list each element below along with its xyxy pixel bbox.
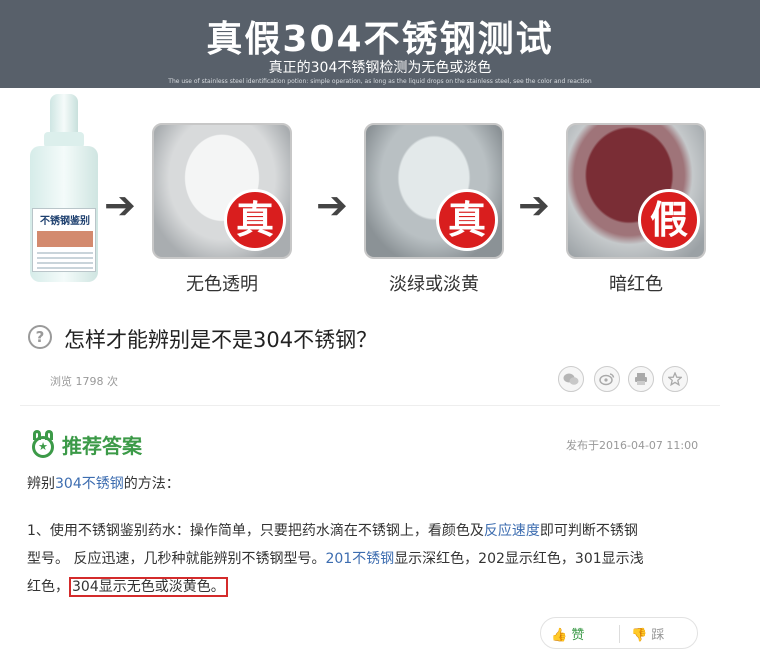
weibo-icon[interactable] — [594, 366, 620, 392]
link-201-stainless[interactable]: 201不锈钢 — [325, 551, 394, 567]
view-count: 浏览 1798 次 — [50, 375, 118, 388]
vote-divider — [619, 625, 620, 643]
photo-light-green: 真 — [364, 123, 504, 259]
caption-dark-red: 暗红色 — [609, 274, 663, 295]
stamp-fake: 假 — [638, 189, 700, 251]
downvote-label: 踩 — [651, 628, 665, 643]
bottle-label-text: 不锈钢鉴别 — [40, 216, 90, 227]
answer-date: 发布于2016-04-07 11:00 — [566, 439, 699, 452]
answer-title: 推荐答案 — [62, 434, 142, 458]
divider — [20, 405, 720, 406]
banner-fine-print: The use of stainless steel identificatio… — [168, 78, 592, 85]
line2-text-a: 型号。 反应迅速，几秒种就能辨别不锈钢型号。 — [27, 551, 326, 567]
stamp-genuine: 真 — [224, 189, 286, 251]
reagent-bottle: 不锈钢鉴别 — [28, 94, 100, 282]
upvote-label: 赞 — [571, 628, 585, 643]
line3-text-a: 红色， — [27, 579, 69, 595]
stamp-genuine: 真 — [436, 189, 498, 251]
thumbs-down-icon: 👎 — [631, 628, 648, 643]
test-figure: 不锈钢鉴别 ➔ 真 无色透明 ➔ 真 淡绿或淡黄 ➔ 假 暗红色 — [0, 88, 760, 313]
question-title: 怎样才能辨别是不是304不锈钢？ — [64, 328, 378, 352]
vote-bar: 👍 赞 👎 踩 — [540, 617, 698, 649]
highlighted-result: 304显示无色或淡黄色。 — [69, 577, 228, 597]
line2-text-b: 显示深红色，202显示红色，301显示浅 — [394, 551, 644, 567]
intro-suffix: 的方法： — [123, 476, 180, 492]
bottle-label: 不锈钢鉴别 — [32, 208, 96, 272]
banner-subtitle: 真正的304不锈钢检测为无色或淡色 — [268, 60, 492, 76]
caption-colorless: 无色透明 — [186, 274, 258, 295]
photo-dark-red: 假 — [566, 123, 706, 259]
medal-icon: ★ — [32, 430, 54, 458]
line1-text-b: 即可判断不锈钢 — [539, 523, 638, 539]
bottle-cap — [50, 94, 78, 134]
wechat-icon[interactable] — [558, 366, 584, 392]
arrow-right-icon: ➔ — [316, 183, 348, 227]
bottle-label-lines — [37, 251, 93, 269]
thumbs-up-icon: 👍 — [551, 628, 568, 643]
banner-title: 真假304不锈钢测试 — [206, 19, 554, 60]
answer-intro: 辨别304不锈钢的方法： — [27, 470, 180, 498]
link-reaction-speed[interactable]: 反应速度 — [484, 523, 540, 539]
answer-line-3: 红色， 304显示无色或淡黄色。 — [27, 573, 228, 601]
arrow-right-icon: ➔ — [104, 183, 136, 227]
link-304-stainless[interactable]: 304不锈钢 — [55, 476, 124, 492]
medal-star: ★ — [38, 440, 48, 453]
upvote-button[interactable]: 👍 赞 — [551, 624, 584, 643]
arrow-right-icon: ➔ — [518, 183, 550, 227]
question-icon: ? — [28, 325, 52, 349]
intro-prefix: 辨别 — [27, 476, 55, 492]
photo-colorless: 真 — [152, 123, 292, 259]
bottle-label-band — [37, 231, 93, 247]
print-icon[interactable] — [628, 366, 654, 392]
answer-line-2: 型号。 反应迅速，几秒种就能辨别不锈钢型号。201不锈钢显示深红色，202显示红… — [27, 545, 644, 573]
downvote-button[interactable]: 👎 踩 — [631, 624, 664, 643]
star-icon[interactable] — [662, 366, 688, 392]
answer-line-1: 1、使用不锈钢鉴别药水：操作简单，只要把药水滴在不锈钢上，看颜色及反应速度即可判… — [27, 517, 638, 545]
caption-light-green: 淡绿或淡黄 — [389, 274, 479, 295]
line1-text-a: 1、使用不锈钢鉴别药水：操作简单，只要把药水滴在不锈钢上，看颜色及 — [27, 523, 484, 539]
banner: 真假304不锈钢测试 真正的304不锈钢检测为无色或淡色 The use of … — [0, 0, 760, 88]
